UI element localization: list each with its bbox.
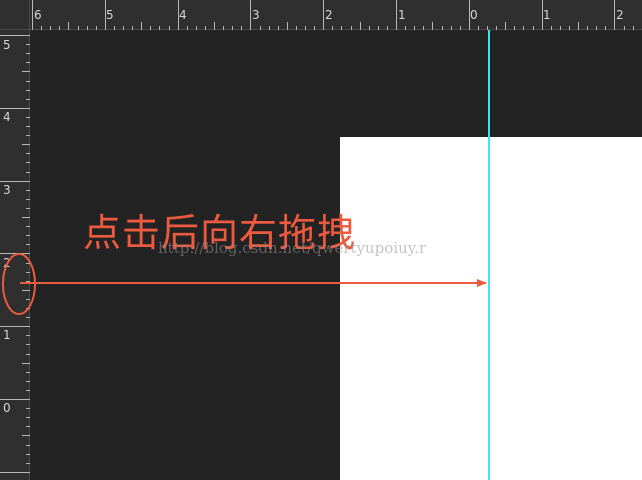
canvas-workspace[interactable]: 6 5 4 3 2 1 0 1 2 5 4 3 2 1 0 点击后向右拖拽 ht… [0,0,642,480]
watermark-text: http://blog.csdn.net/qwertyupoiuy.r [158,239,427,257]
